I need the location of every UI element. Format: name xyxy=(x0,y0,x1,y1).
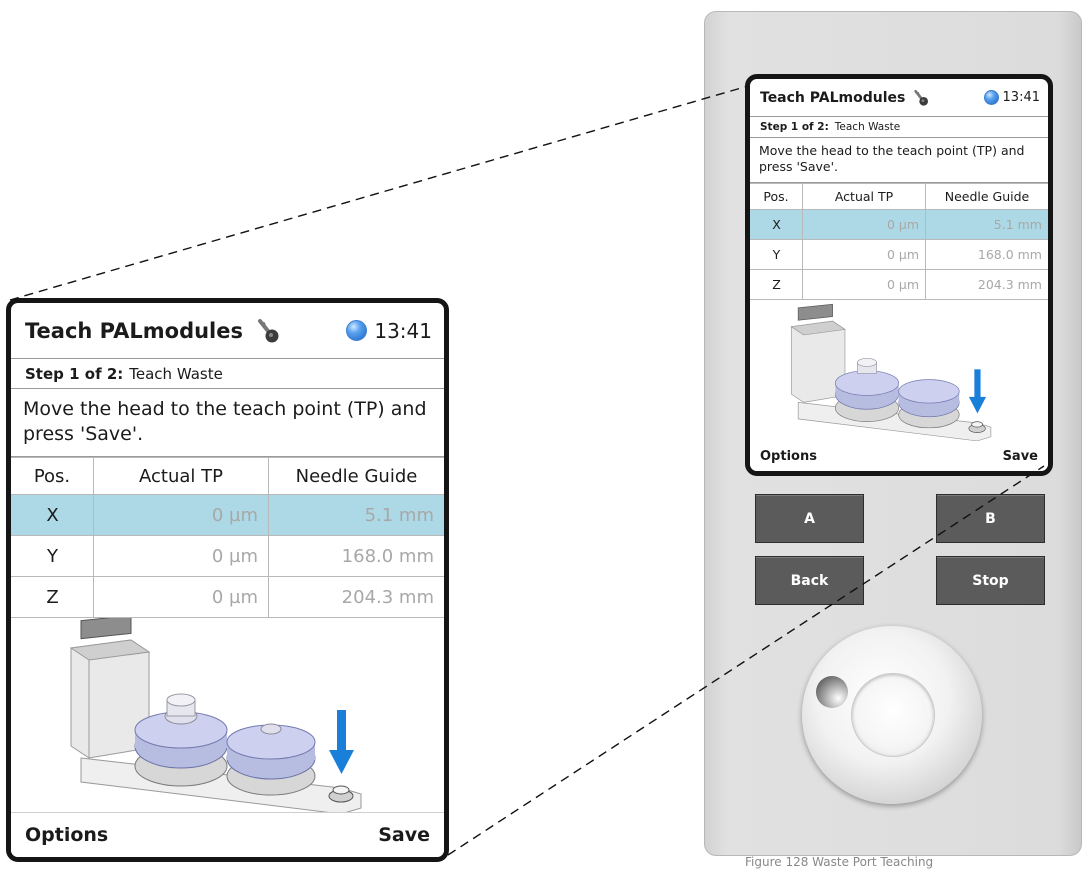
zoom-lines xyxy=(9,85,1045,856)
